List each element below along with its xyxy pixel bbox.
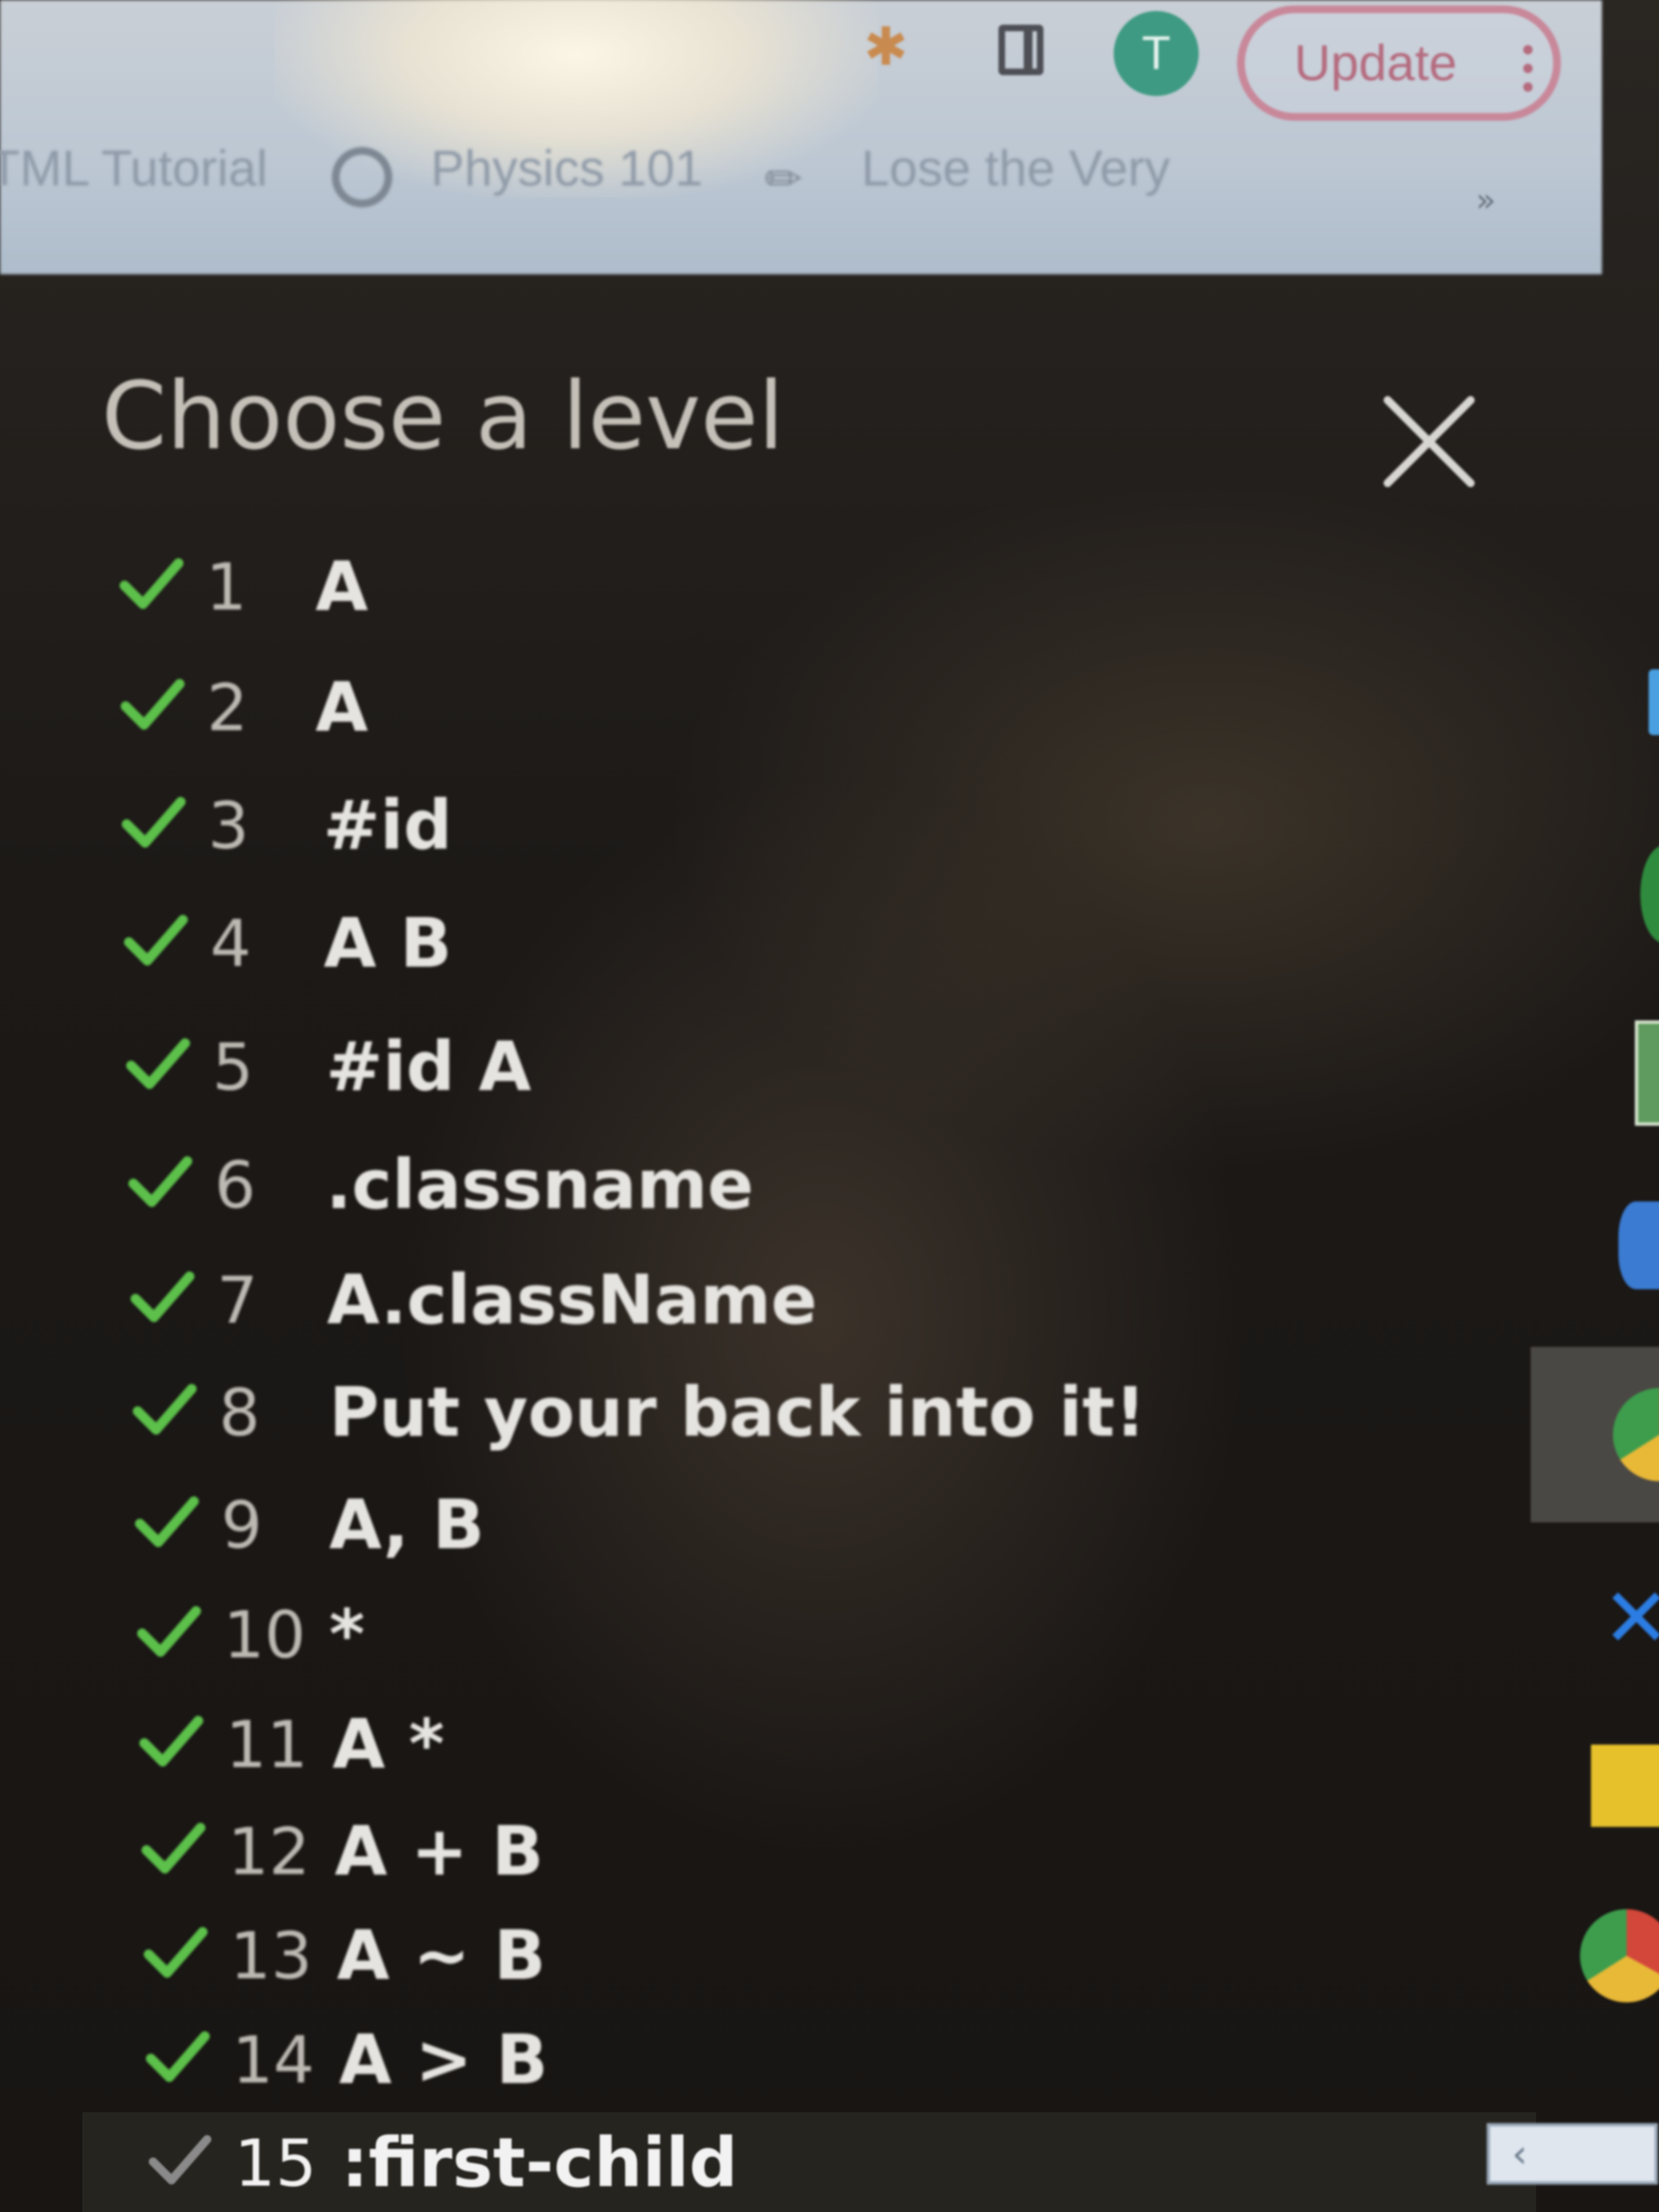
- level-number: 6: [215, 1147, 256, 1223]
- level-selector: Put your back into it!: [329, 1373, 1146, 1452]
- check-icon: [149, 2135, 212, 2185]
- level-selector: A *: [332, 1705, 444, 1784]
- check-icon: [126, 1038, 190, 1089]
- check-icon: [135, 1496, 199, 1547]
- app-icon-blue[interactable]: [1649, 669, 1659, 735]
- level-number: 11: [225, 1707, 308, 1782]
- level-number: 7: [217, 1262, 258, 1338]
- check-icon: [128, 1156, 193, 1207]
- photo-of-screen: ✱ T Update ● ● ● TML Tutorial Physics 101 …: [0, 0, 1659, 2212]
- level-selector: A.className: [327, 1261, 817, 1340]
- chevron-left-icon: ‹: [1512, 2131, 1527, 2176]
- vscode-icon[interactable]: ✕: [1602, 1577, 1659, 1660]
- level-selector: A B: [324, 904, 452, 983]
- level-number: 3: [208, 788, 250, 864]
- file-explorer-icon[interactable]: [1591, 1745, 1659, 1827]
- check-icon: [146, 2031, 210, 2082]
- level-number: 8: [219, 1375, 261, 1451]
- level-number: 13: [230, 1918, 313, 1994]
- level-number: 15: [234, 2125, 317, 2201]
- level-number: 2: [207, 670, 249, 746]
- check-icon: [142, 1822, 206, 1874]
- level-selector: #id: [323, 786, 453, 865]
- check-icon: [121, 679, 185, 730]
- level-selector: A > B: [339, 2021, 548, 2100]
- level-number: 5: [212, 1029, 254, 1105]
- level-number: 9: [221, 1487, 263, 1563]
- check-icon: [131, 1271, 195, 1322]
- level-number: 14: [232, 2022, 315, 2098]
- level-selector: A: [315, 548, 368, 627]
- level-number: 10: [223, 1597, 306, 1673]
- app-icon-green[interactable]: [1640, 845, 1659, 944]
- level-list: 1 A 2 A 3 #id 4 A B 5 #id A 6 .classname: [0, 0, 1536, 2212]
- check-icon: [120, 558, 184, 609]
- level-selector: A: [315, 668, 368, 747]
- check-icon: [137, 1606, 201, 1657]
- level-selector: #id A: [326, 1028, 532, 1107]
- chrome-profile-icon[interactable]: [1580, 1909, 1659, 2002]
- level-selector: A ~ B: [337, 1916, 546, 1995]
- app-icon-folder[interactable]: [1618, 1201, 1659, 1289]
- level-number: 4: [210, 906, 252, 981]
- level-selector: A, B: [329, 1486, 485, 1565]
- check-icon: [122, 797, 186, 848]
- level-number: 1: [206, 549, 247, 625]
- level-number: 12: [228, 1814, 311, 1889]
- check-icon: [139, 1716, 204, 1767]
- level-selector: A + B: [335, 1812, 544, 1891]
- check-icon: [124, 915, 188, 966]
- app-icon-image[interactable]: [1635, 1020, 1659, 1126]
- check-icon: [144, 1927, 208, 1978]
- check-icon: [133, 1384, 197, 1435]
- level-selector: .classname: [326, 1146, 754, 1224]
- level-selector: :first-child: [341, 2124, 738, 2203]
- scroll-left-button[interactable]: ‹: [1487, 2123, 1658, 2185]
- level-selector: *: [329, 1595, 365, 1674]
